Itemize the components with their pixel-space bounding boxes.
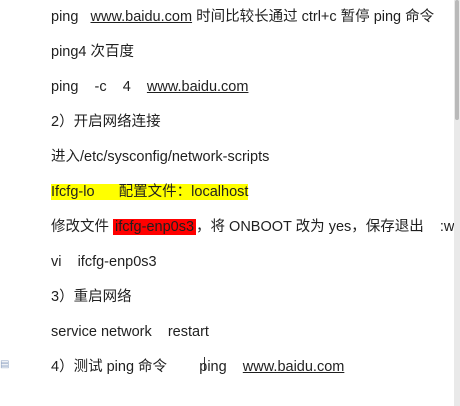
text-span: 4）测试 ping 命令 ping xyxy=(51,359,243,375)
baidu-link[interactable]: www.baidu.com xyxy=(243,359,345,375)
scrollbar-thumb[interactable] xyxy=(455,0,459,120)
highlight-red: ifcfg-enp0s3 xyxy=(113,219,197,235)
line-heading-4: 4）测试 ping 命令 ping www.baidu.com xyxy=(51,357,344,377)
line-service: service network restart xyxy=(51,324,209,340)
text-cursor xyxy=(204,357,205,371)
text-span: 修改文件 xyxy=(51,219,114,235)
line-ping-hint: ping www.baidu.com 时间比较长通过 ctrl+c 暂停 pin… xyxy=(51,7,434,27)
baidu-link[interactable]: www.baidu.com xyxy=(91,9,193,25)
text-span: ping -c 4 xyxy=(51,79,147,95)
text-span: ，将 ONBOOT 改为 yes，保存退出 :wq xyxy=(196,219,460,235)
line-heading-3: 3）重启网络 xyxy=(51,289,132,305)
line-modify-file: 修改文件 ifcfg-enp0s3 ，将 ONBOOT 改为 yes，保存退出 :… xyxy=(51,217,460,237)
line-vi: vi ifcfg-enp0s3 xyxy=(51,254,157,270)
document-page: ping www.baidu.com 时间比较长通过 ctrl+c 暂停 pin… xyxy=(0,0,460,406)
text-span: 时间比较长通过 ctrl+c 暂停 ping 命令 xyxy=(192,9,435,25)
line-ifcfg-lo: Ifcfg-lo 配置文件：localhost xyxy=(51,182,249,202)
line-ping4: ping4 次百度 xyxy=(51,44,135,60)
line-ping-count: ping -c 4 www.baidu.com xyxy=(51,77,248,97)
vertical-scrollbar[interactable] xyxy=(454,0,460,406)
baidu-link[interactable]: www.baidu.com xyxy=(147,79,249,95)
line-heading-2: 2）开启网络连接 xyxy=(51,114,161,130)
line-enter-dir: 进入/etc/sysconfig/network-scripts xyxy=(51,149,270,165)
text-span: ping xyxy=(51,9,91,25)
highlight-yellow: Ifcfg-lo 配置文件：localhost xyxy=(51,184,249,200)
document-icon[interactable]: ▤ xyxy=(0,358,12,372)
